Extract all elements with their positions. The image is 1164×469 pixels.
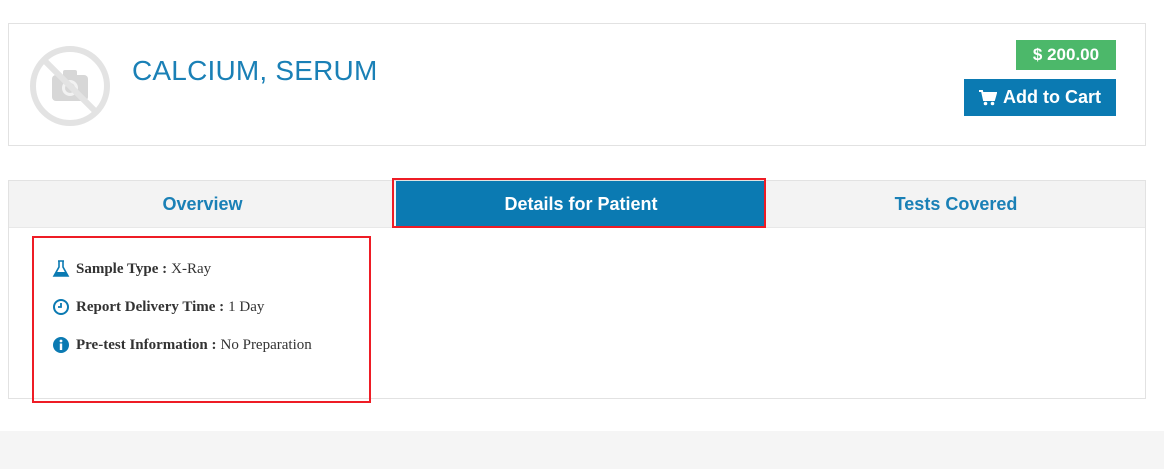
detail-row-pretest-info: Pre-test Information : No Preparation [52, 326, 312, 364]
no-image-placeholder-icon [29, 45, 111, 127]
detail-row-report-delivery: Report Delivery Time : 1 Day [52, 288, 312, 326]
tab-tests-covered[interactable]: Tests Covered [766, 181, 1146, 227]
info-icon [52, 336, 70, 354]
footer-strip [0, 431, 1164, 469]
product-card: CALCIUM, SERUM $ 200.00 Add to Cart [8, 23, 1146, 146]
add-to-cart-button[interactable]: Add to Cart [964, 79, 1116, 116]
detail-value: No Preparation [220, 336, 312, 353]
detail-label: Pre-test Information : [76, 336, 217, 353]
flask-icon [52, 260, 70, 278]
detail-label: Sample Type : [76, 260, 168, 277]
tab-overview[interactable]: Overview [9, 181, 396, 227]
tab-details-for-patient[interactable]: Details for Patient [396, 181, 766, 227]
add-to-cart-label: Add to Cart [1003, 87, 1101, 107]
detail-value: X-Ray [171, 260, 212, 277]
patient-details-list: Sample Type : X-Ray Report Delivery Time… [52, 250, 312, 364]
clock-icon [52, 298, 70, 316]
product-title: CALCIUM, SERUM [132, 55, 378, 86]
detail-row-sample-type: Sample Type : X-Ray [52, 250, 312, 288]
cart-icon [979, 89, 997, 106]
price-badge: $ 200.00 [1016, 40, 1116, 70]
detail-value: 1 Day [228, 298, 265, 315]
tab-bar: Overview Details for Patient Tests Cover… [9, 181, 1145, 228]
detail-label: Report Delivery Time : [76, 298, 225, 315]
